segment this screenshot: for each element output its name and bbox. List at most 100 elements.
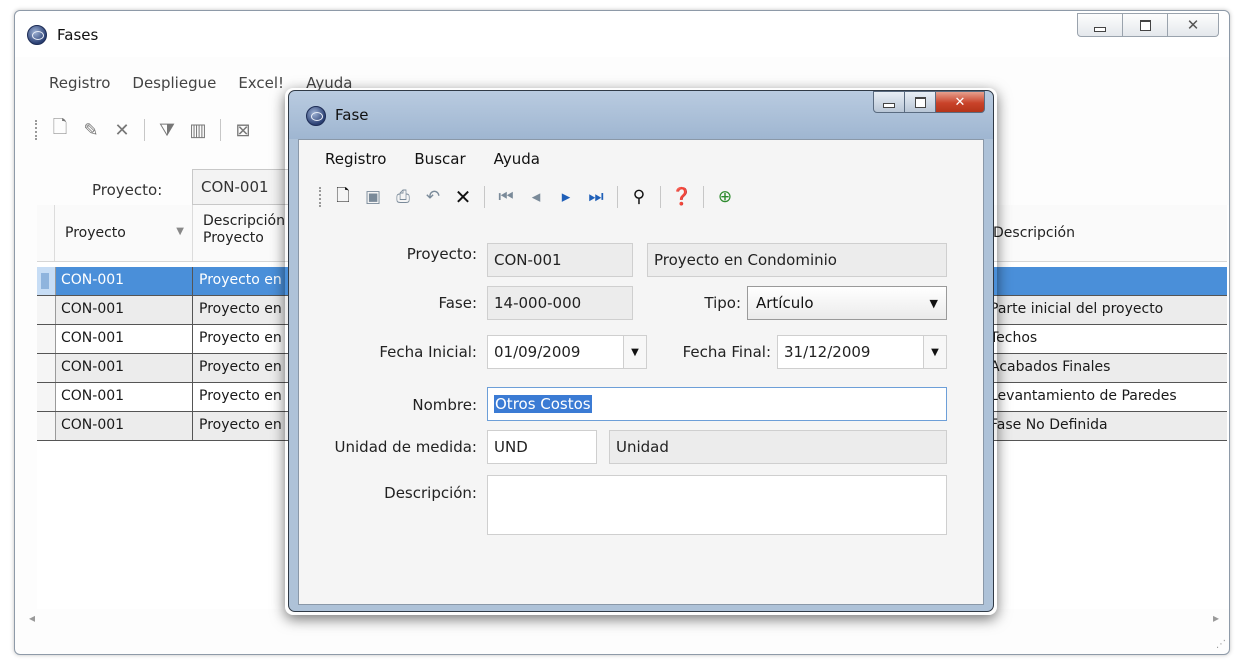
maximize-button[interactable] — [1123, 13, 1168, 37]
fecha-final-label: Fecha Final: — [682, 343, 771, 361]
resize-grip-icon[interactable]: ⋰ — [1216, 639, 1226, 650]
exit-icon[interactable]: ⊕ — [714, 186, 736, 208]
fecha-inicial-label: Fecha Inicial: — [379, 343, 477, 361]
filter-icon[interactable]: ⧩ — [156, 119, 178, 141]
cell-proyecto: CON-001 — [55, 383, 193, 411]
last-icon[interactable]: ⏭ — [585, 186, 607, 208]
main-window-title: Fases — [57, 26, 99, 44]
fecha-inicial-field[interactable]: 01/09/2009 ▼ — [487, 335, 647, 369]
chevron-down-icon: ▼ — [929, 297, 938, 310]
close-button[interactable]: ✕ — [1168, 13, 1219, 37]
cell-descripcion: Techos — [990, 330, 1038, 346]
new-icon[interactable]: 🗋 — [332, 186, 354, 208]
fecha-final-value: 31/12/2009 — [784, 343, 871, 361]
calendar-dropdown-icon[interactable]: ▼ — [623, 336, 646, 368]
grid-corner — [37, 205, 55, 261]
row-selector[interactable] — [37, 267, 56, 295]
save-icon[interactable]: ▣ — [362, 186, 384, 208]
column-header-proyecto[interactable]: Proyecto ▼ — [55, 205, 193, 261]
toolbar-separator — [660, 186, 661, 208]
project-filter-label: Proyecto: — [92, 181, 163, 199]
cell-descripcion: Fase No Definida — [990, 417, 1108, 433]
app-logo-icon — [27, 25, 47, 45]
cell-proyecto: CON-001 — [55, 296, 193, 324]
dialog-caption-buttons: ✕ — [873, 91, 985, 113]
scroll-right-icon[interactable]: ▸ — [1213, 611, 1219, 625]
main-titlebar[interactable]: Fases ✕ — [15, 11, 1229, 57]
cell-proyecto: CON-001 — [55, 412, 193, 440]
columns-icon[interactable]: ▥ — [187, 119, 209, 141]
fase-field[interactable]: 14-000-000 — [487, 286, 633, 320]
column-header-label: Proyecto — [65, 225, 126, 241]
unidad-code-field[interactable]: UND — [487, 430, 597, 464]
search-icon[interactable]: ⚲ — [628, 186, 650, 208]
row-selector[interactable] — [37, 325, 56, 353]
dialog-minimize-button[interactable] — [873, 91, 905, 113]
menu-registro[interactable]: Registro — [49, 74, 110, 92]
nombre-value: Otros Costos — [494, 395, 592, 413]
menu-despliegue[interactable]: Despliegue — [132, 74, 216, 92]
minimize-icon — [1094, 26, 1106, 32]
fase-label: Fase: — [438, 294, 477, 312]
dialog-menu-ayuda[interactable]: Ayuda — [494, 150, 540, 168]
fecha-inicial-value: 01/09/2009 — [494, 343, 581, 361]
next-icon[interactable]: ▸ — [555, 186, 577, 208]
toolbar-separator — [484, 186, 485, 208]
row-selector[interactable] — [37, 296, 56, 324]
dialog-menubar: Registro Buscar Ayuda — [325, 150, 540, 168]
toolbar-separator — [144, 119, 145, 141]
dialog-close-button[interactable]: ✕ — [936, 91, 985, 113]
sort-arrow-icon: ▼ — [176, 226, 184, 237]
dialog-menu-buscar[interactable]: Buscar — [414, 150, 465, 168]
toolbar-separator — [703, 186, 704, 208]
dialog-title: Fase — [335, 106, 369, 124]
descripcion-label: Descripción: — [384, 484, 477, 502]
main-toolbar: 🗋 ✎ ✕ ⧩ ▥ ⊠ — [35, 117, 254, 141]
menu-excel[interactable]: Excel! — [238, 74, 284, 92]
minimize-icon — [883, 102, 895, 108]
main-caption-buttons: ✕ — [1077, 13, 1219, 37]
print-icon[interactable]: ⎙ — [392, 186, 414, 208]
cell-descripcion: Acabados Finales — [990, 359, 1111, 375]
delete-icon[interactable]: ✕ — [452, 185, 474, 209]
close-icon: ✕ — [1186, 15, 1200, 34]
edit-icon[interactable]: ✎ — [80, 119, 102, 141]
toolbar-grip[interactable] — [319, 187, 324, 207]
toolbar-grip[interactable] — [35, 120, 40, 140]
tipo-label: Tipo: — [704, 294, 741, 312]
dialog-toolbar: 🗋 ▣ ⎙ ↶ ✕ ⏮ ◂ ▸ ⏭ ⚲ ❓ ⊕ — [319, 185, 736, 209]
toolbar-separator — [220, 119, 221, 141]
maximize-icon — [1139, 19, 1151, 31]
cell-descripcion — [987, 267, 1227, 295]
prev-icon[interactable]: ◂ — [525, 186, 547, 208]
dialog-body: Registro Buscar Ayuda 🗋 ▣ ⎙ ↶ ✕ ⏮ ◂ ▸ ⏭ … — [298, 139, 984, 605]
tipo-select-value: Artículo — [756, 294, 814, 312]
dialog-maximize-button[interactable] — [905, 91, 936, 113]
minimize-button[interactable] — [1077, 13, 1123, 37]
cell-proyecto: CON-001 — [55, 267, 193, 295]
row-selector[interactable] — [37, 412, 56, 440]
proyecto-label: Proyecto: — [406, 245, 477, 263]
cell-proyecto: CON-001 — [55, 325, 193, 353]
row-selector[interactable] — [37, 354, 56, 382]
tipo-select[interactable]: Artículo ▼ — [747, 286, 947, 320]
toolbar-separator — [617, 186, 618, 208]
dialog-logo-icon — [306, 106, 326, 126]
undo-icon[interactable]: ↶ — [422, 186, 444, 208]
first-icon[interactable]: ⏮ — [495, 186, 517, 208]
scroll-left-icon[interactable]: ◂ — [29, 611, 35, 625]
new-icon[interactable]: 🗋 — [49, 117, 71, 141]
calendar-dropdown-icon[interactable]: ▼ — [923, 336, 946, 368]
proyecto-code-field[interactable]: CON-001 — [487, 243, 633, 277]
dialog-menu-registro[interactable]: Registro — [325, 150, 386, 168]
fecha-final-field[interactable]: 31/12/2009 ▼ — [777, 335, 947, 369]
nombre-field[interactable]: Otros Costos — [487, 387, 947, 421]
delete-icon[interactable]: ✕ — [111, 119, 133, 141]
unidad-name-field: Unidad — [609, 430, 947, 464]
row-selector[interactable] — [37, 383, 56, 411]
column-header-descripcion[interactable]: Descripción — [987, 205, 1227, 261]
maximize-icon — [914, 96, 926, 108]
help-icon[interactable]: ❓ — [671, 186, 693, 208]
descripcion-field[interactable] — [487, 475, 947, 535]
export-icon[interactable]: ⊠ — [232, 119, 254, 141]
